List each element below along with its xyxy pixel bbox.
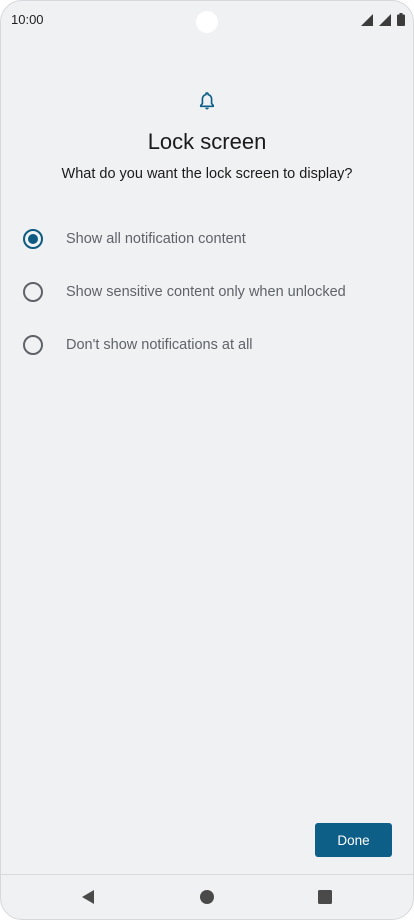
- navigation-bar: [1, 875, 413, 919]
- option-label: Don't show notifications at all: [66, 336, 253, 353]
- signal-icon: [379, 13, 391, 26]
- option-sensitive-only-unlocked[interactable]: Show sensitive content only when unlocke…: [1, 265, 413, 318]
- status-bar: 10:00: [1, 1, 413, 39]
- done-button[interactable]: Done: [315, 823, 392, 857]
- back-button[interactable]: [78, 887, 98, 907]
- page-subtitle: What do you want the lock screen to disp…: [61, 166, 353, 182]
- battery-icon: [397, 13, 405, 26]
- recents-icon: [318, 890, 332, 904]
- radio-button[interactable]: [23, 281, 43, 302]
- radio-button[interactable]: [23, 334, 43, 355]
- camera-cutout: [196, 11, 218, 33]
- recents-button[interactable]: [315, 887, 335, 907]
- page-title: Lock screen: [147, 129, 267, 154]
- option-label: Show all notification content: [66, 230, 246, 247]
- option-label: Show sensitive content only when unlocke…: [66, 283, 346, 300]
- back-icon: [82, 890, 94, 904]
- option-show-all[interactable]: Show all notification content: [1, 212, 413, 265]
- home-icon: [200, 890, 214, 904]
- option-dont-show[interactable]: Don't show notifications at all: [1, 318, 413, 371]
- radio-button-selected[interactable]: [23, 228, 43, 249]
- home-button[interactable]: [197, 887, 217, 907]
- bell-icon: [199, 92, 215, 110]
- status-time: 10:00: [11, 12, 44, 27]
- lock-screen-options: Show all notification content Show sensi…: [1, 212, 413, 371]
- status-icons: [361, 13, 405, 26]
- phone-screen: 10:00 Lock screen What do you want the l…: [0, 0, 414, 920]
- signal-icon: [361, 13, 373, 26]
